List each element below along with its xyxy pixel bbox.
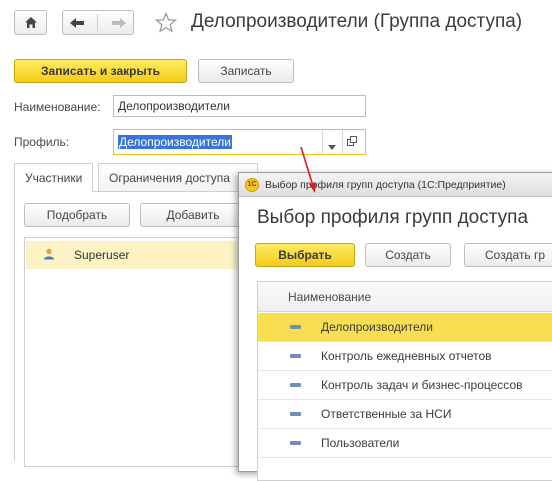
table-row[interactable]: Пользователи — [258, 429, 552, 458]
profiles-table: Наименование Делопроизводители Контроль … — [257, 281, 552, 481]
field-divider — [342, 130, 343, 154]
history-nav — [62, 10, 134, 35]
app-logo-icon: 1С — [245, 177, 259, 192]
profile-field[interactable]: Делопроизводители — [113, 129, 366, 155]
profile-item-icon — [290, 325, 301, 329]
tab-access-restrictions[interactable]: Ограничения доступа — [98, 163, 258, 192]
profile-input[interactable]: Делопроизводители — [118, 135, 232, 149]
table-row[interactable]: Контроль задач и бизнес-процессов — [258, 371, 552, 400]
pick-button[interactable]: Подобрать — [24, 203, 130, 227]
member-name: Superuser — [74, 248, 130, 262]
field-divider — [322, 130, 323, 154]
profile-selection-dialog: 1С Выбор профиля групп доступа (1С:Предп… — [238, 172, 552, 481]
forward-arrow-icon[interactable] — [111, 17, 127, 29]
table-row[interactable]: Ответственные за НСИ — [258, 400, 552, 429]
home-button[interactable] — [14, 10, 47, 35]
name-field[interactable]: Делопроизводители — [113, 95, 366, 117]
column-header-name[interactable]: Наименование — [258, 282, 552, 312]
user-icon — [43, 248, 55, 263]
save-and-close-button[interactable]: Записать и закрыть — [14, 59, 187, 83]
profile-item-icon — [290, 383, 301, 387]
profile-name: Делопроизводители — [321, 320, 433, 334]
profile-item-icon — [290, 412, 301, 416]
profile-name: Контроль задач и бизнес-процессов — [321, 378, 523, 392]
create-group-button[interactable]: Создать гр — [464, 243, 552, 267]
tab-participants[interactable]: Участники — [14, 163, 94, 192]
profile-name: Ответственные за НСИ — [321, 407, 452, 421]
favorite-star-icon[interactable] — [154, 11, 178, 36]
dialog-titlebar: 1С Выбор профиля групп доступа (1С:Предп… — [239, 173, 552, 197]
select-button[interactable]: Выбрать — [255, 243, 355, 267]
profile-name: Пользователи — [321, 436, 400, 450]
table-row[interactable]: Контроль ежедневных отчетов — [258, 342, 552, 371]
add-button[interactable]: Добавить — [140, 203, 246, 227]
nav-divider — [97, 14, 99, 31]
profile-value: Делопроизводители — [118, 135, 232, 149]
dropdown-arrow-icon[interactable] — [328, 139, 336, 153]
profile-item-icon — [290, 441, 301, 445]
create-button[interactable]: Создать — [365, 243, 451, 267]
home-icon — [24, 16, 38, 29]
name-label: Наименование: — [14, 100, 101, 114]
members-list: Superuser — [24, 237, 244, 467]
table-row[interactable]: Делопроизводители — [258, 313, 552, 342]
list-item[interactable]: Superuser — [26, 241, 243, 269]
profile-label: Профиль: — [14, 135, 70, 149]
dialog-heading: Выбор профиля групп доступа — [257, 207, 529, 228]
dialog-window-title: Выбор профиля групп доступа (1С:Предприя… — [265, 178, 506, 191]
save-button[interactable]: Записать — [198, 59, 294, 83]
profile-name: Контроль ежедневных отчетов — [321, 349, 492, 363]
back-arrow-icon[interactable] — [69, 17, 85, 29]
page-title: Делопроизводители (Группа доступа) — [191, 11, 523, 32]
open-form-icon[interactable] — [347, 136, 358, 150]
profile-item-icon — [290, 354, 301, 358]
